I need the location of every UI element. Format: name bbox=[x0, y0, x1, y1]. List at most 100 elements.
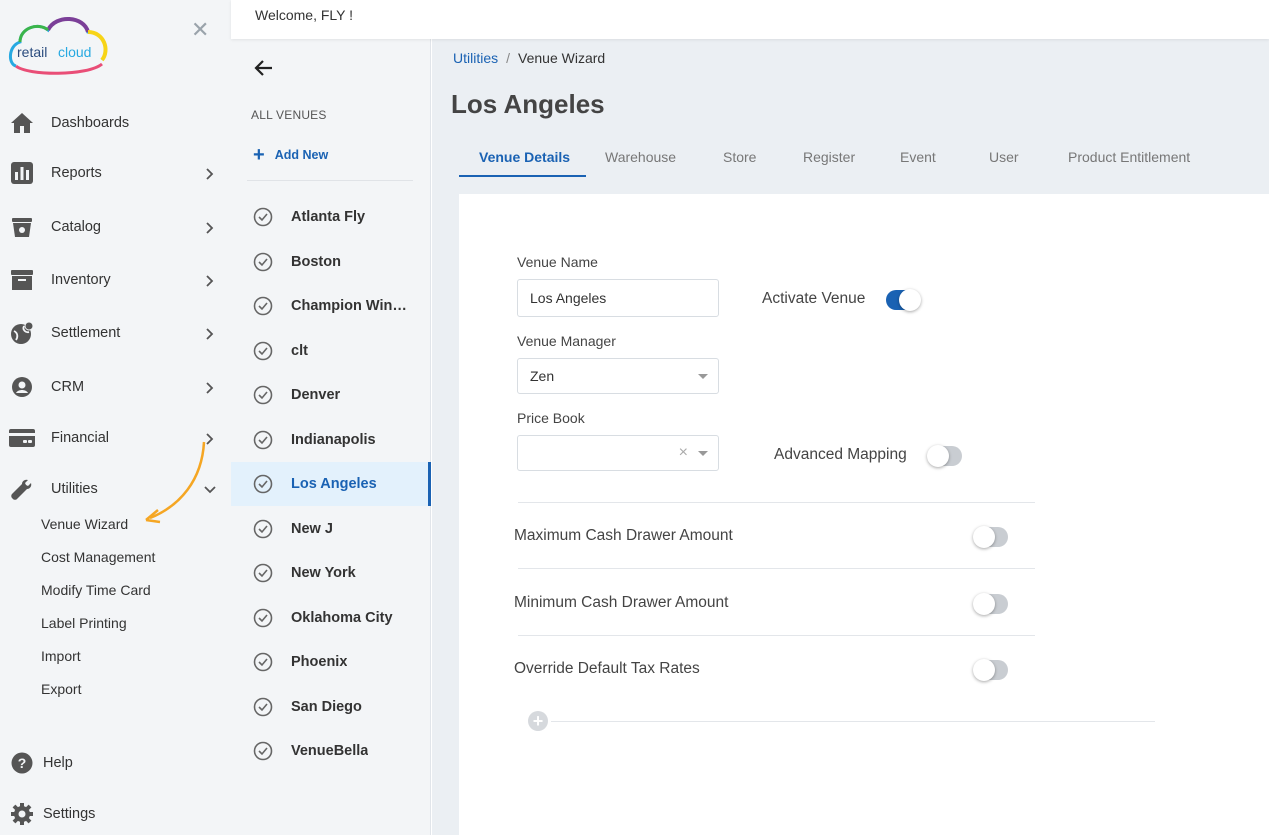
clear-icon[interactable]: × bbox=[679, 444, 688, 462]
toggle-knob bbox=[973, 593, 995, 615]
advanced-mapping-toggle[interactable] bbox=[927, 445, 962, 467]
breadcrumb-current: Venue Wizard bbox=[518, 50, 606, 66]
venue-manager-value: Zen bbox=[530, 368, 555, 384]
sidebar-item-label: Settlement bbox=[51, 325, 121, 341]
top-bar: Welcome, FLY ! bbox=[231, 0, 1269, 39]
venue-name: New J bbox=[291, 520, 333, 537]
dropdown-caret-icon bbox=[698, 374, 708, 379]
override-tax-label: Override Default Tax Rates bbox=[514, 660, 700, 677]
venue-list-item[interactable]: New York bbox=[231, 551, 431, 595]
venue-list-item[interactable]: San Diego bbox=[231, 685, 431, 729]
venue-name: Oklahoma City bbox=[291, 609, 393, 626]
venue-list-item[interactable]: Champion Wine … bbox=[231, 284, 431, 328]
user-circle-icon bbox=[10, 375, 34, 399]
breadcrumb-utilities-link[interactable]: Utilities bbox=[453, 50, 498, 66]
sub-item-cost-management[interactable]: Cost Management bbox=[41, 549, 155, 565]
tab-store[interactable]: Store bbox=[723, 149, 756, 177]
toggle-knob bbox=[973, 659, 995, 681]
sidebar-item-label: Reports bbox=[51, 165, 102, 181]
sidebar-item-label: Dashboards bbox=[51, 115, 130, 131]
sidebar-item-catalog[interactable]: Catalog bbox=[0, 207, 231, 247]
venue-name: Phoenix bbox=[291, 654, 348, 670]
price-book-label: Price Book bbox=[517, 410, 585, 426]
venue-list-item[interactable]: Oklahoma City bbox=[231, 596, 431, 640]
venue-name: Indianapolis bbox=[291, 431, 376, 448]
divider bbox=[247, 180, 413, 181]
venue-list-item[interactable]: Los Angeles bbox=[231, 462, 431, 506]
add-circle-icon[interactable]: + bbox=[528, 711, 548, 731]
catalog-icon bbox=[10, 215, 34, 239]
archive-icon bbox=[10, 268, 34, 292]
sidebar-item-reports[interactable]: Reports bbox=[0, 153, 231, 193]
sub-item-export[interactable]: Export bbox=[41, 681, 81, 697]
check-circle-icon bbox=[253, 252, 273, 272]
sidebar-item-label: CRM bbox=[51, 379, 85, 395]
venue-list-item[interactable]: Denver bbox=[231, 373, 431, 417]
max-cash-drawer-toggle[interactable] bbox=[973, 526, 1008, 548]
chevron-right-icon bbox=[204, 327, 216, 340]
sidebar-item-help[interactable]: ? Help bbox=[0, 747, 231, 779]
sidebar-item-settlement[interactable]: Settlement bbox=[0, 313, 231, 353]
sub-item-label-printing[interactable]: Label Printing bbox=[41, 615, 127, 631]
toggle-knob bbox=[973, 526, 995, 548]
venue-name-field[interactable]: Los Angeles bbox=[517, 279, 719, 317]
override-tax-toggle[interactable] bbox=[973, 659, 1008, 681]
sidebar-item-label: Financial bbox=[51, 430, 110, 446]
check-circle-icon bbox=[253, 519, 273, 539]
venue-manager-select[interactable]: Zen bbox=[517, 358, 719, 394]
venue-list-item[interactable]: Indianapolis bbox=[231, 418, 431, 462]
venue-name: VenueBella bbox=[291, 743, 369, 759]
sidebar-item-label: Inventory bbox=[51, 272, 111, 288]
venue-list-item[interactable]: Boston bbox=[231, 240, 431, 284]
sub-item-venue-wizard[interactable]: Venue Wizard bbox=[41, 516, 128, 532]
venue-list-item[interactable]: New J bbox=[231, 507, 431, 551]
tab-register[interactable]: Register bbox=[803, 149, 855, 177]
venue-name: Boston bbox=[291, 253, 341, 270]
breadcrumb-separator: / bbox=[506, 50, 511, 66]
retailcloud-logo[interactable]: retail cloud bbox=[8, 6, 112, 78]
wrench-icon bbox=[10, 477, 34, 501]
venue-list-item[interactable]: clt bbox=[231, 329, 431, 373]
tab-event[interactable]: Event bbox=[900, 149, 936, 177]
sidebar-item-label: Help bbox=[43, 755, 73, 771]
venue-name: Champion Wine … bbox=[291, 298, 409, 314]
sidebar-item-crm[interactable]: CRM bbox=[0, 367, 231, 407]
add-new-venue-button[interactable]: + Add New bbox=[253, 144, 329, 166]
activate-venue-label: Activate Venue bbox=[762, 290, 866, 307]
tab-user[interactable]: User bbox=[989, 149, 1019, 177]
max-cash-drawer-label: Maximum Cash Drawer Amount bbox=[514, 527, 733, 544]
venue-list-item[interactable]: VenueBella bbox=[231, 729, 431, 773]
main-content: Utilities / Venue Wizard Los Angeles Venue… bbox=[432, 39, 1269, 835]
tab-venue-details[interactable]: Venue Details bbox=[459, 149, 586, 177]
check-circle-icon bbox=[253, 652, 273, 672]
venue-list-item[interactable]: Atlanta Fly bbox=[231, 195, 431, 239]
sidebar-item-label: Settings bbox=[43, 806, 96, 822]
add-new-label: Add New bbox=[274, 148, 329, 162]
check-circle-icon bbox=[253, 697, 273, 717]
tab-product-entitlement[interactable]: Product Entitlement bbox=[1068, 149, 1190, 177]
tab-warehouse[interactable]: Warehouse bbox=[605, 149, 676, 177]
check-circle-icon bbox=[253, 741, 273, 761]
sidebar-item-settings[interactable]: Settings bbox=[0, 798, 231, 830]
sidebar-item-inventory[interactable]: Inventory bbox=[0, 260, 231, 300]
sidebar-item-label: Catalog bbox=[51, 219, 101, 235]
activate-venue-toggle[interactable] bbox=[886, 289, 921, 311]
bar-chart-icon bbox=[10, 161, 34, 185]
sidebar-item-dashboards[interactable]: Dashboards bbox=[0, 103, 231, 143]
venue-details-card: Venue Name Los Angeles Activate Venue Ve… bbox=[459, 194, 1269, 835]
sub-item-modify-time-card[interactable]: Modify Time Card bbox=[41, 582, 151, 598]
sub-item-import[interactable]: Import bbox=[41, 648, 81, 664]
venue-name: Atlanta Fly bbox=[291, 209, 366, 225]
check-circle-icon bbox=[253, 385, 273, 405]
close-sidebar-icon[interactable]: ✕ bbox=[191, 19, 209, 41]
toggle-knob bbox=[899, 289, 921, 311]
back-arrow-icon[interactable] bbox=[253, 57, 275, 79]
sidebar-item-label: Utilities bbox=[51, 481, 98, 497]
venue-list-item[interactable]: Phoenix bbox=[231, 640, 431, 684]
dropdown-caret-icon bbox=[698, 451, 708, 456]
price-book-select[interactable]: × bbox=[517, 435, 719, 471]
credit-card-icon bbox=[9, 426, 35, 450]
min-cash-drawer-toggle[interactable] bbox=[973, 593, 1008, 615]
plus-icon: + bbox=[253, 144, 265, 166]
check-circle-icon bbox=[253, 474, 273, 494]
